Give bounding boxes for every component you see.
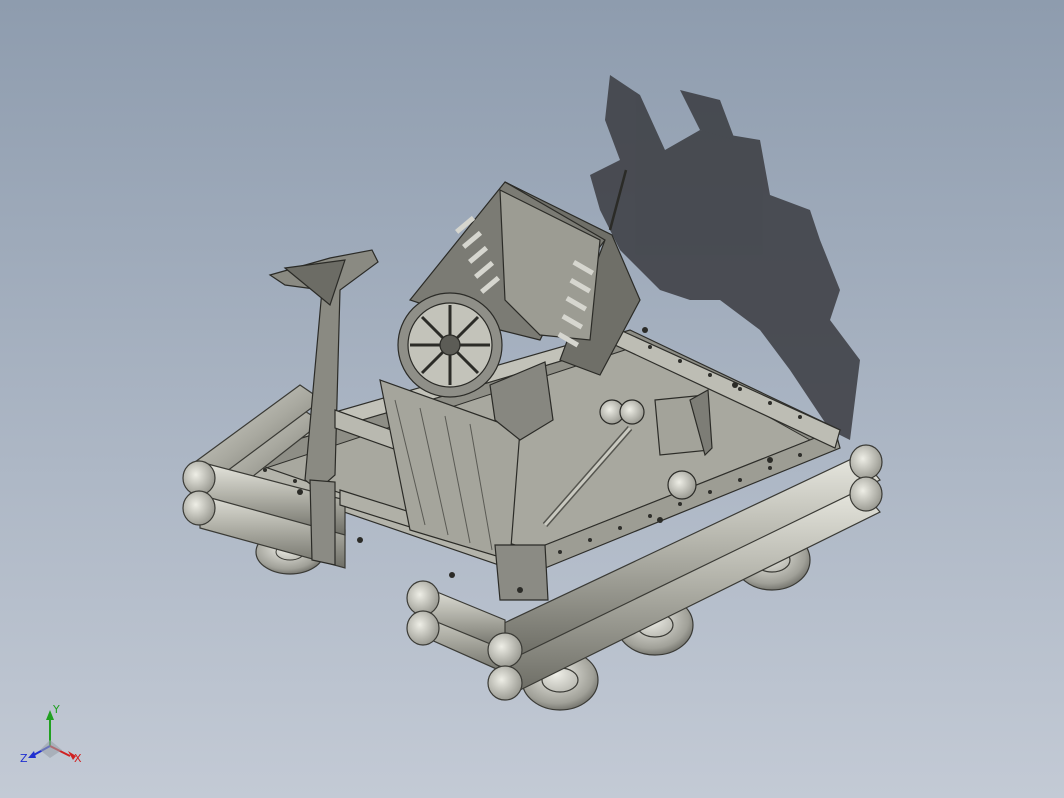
cad-3d-viewport[interactable]: Y X Z (0, 0, 1064, 798)
triad-base (40, 740, 62, 758)
z-axis-label: Z (20, 752, 28, 765)
orientation-triad[interactable]: Y X Z (18, 700, 88, 770)
robot-model-scene[interactable] (0, 0, 1064, 798)
z-axis-arrow (28, 751, 36, 758)
x-axis-label: X (74, 752, 82, 765)
y-axis-label: Y (52, 703, 60, 716)
